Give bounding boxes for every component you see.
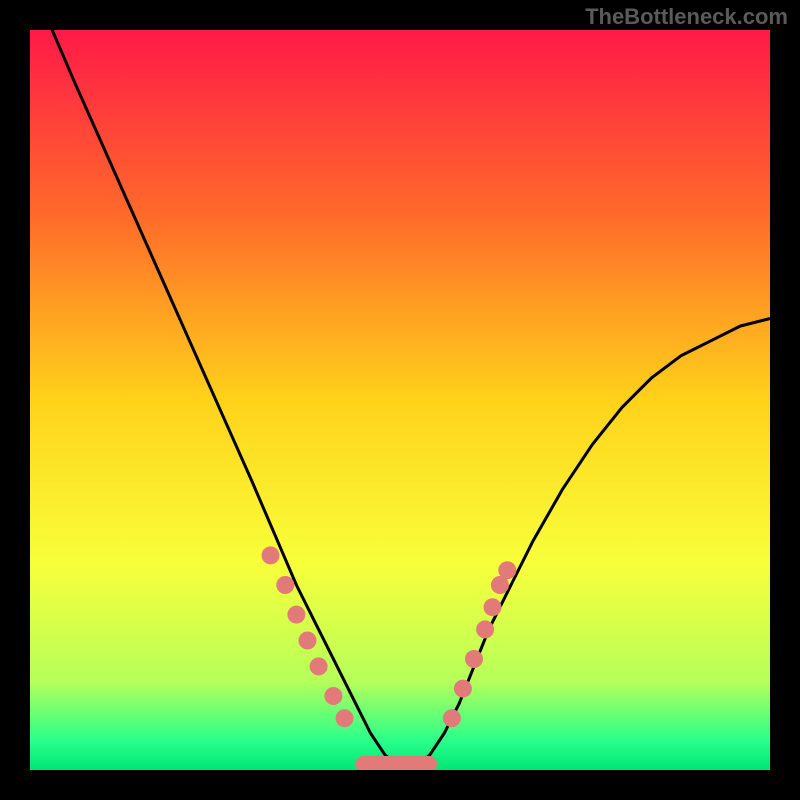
point-data-points-left-5 bbox=[324, 687, 342, 705]
point-data-points-left-1 bbox=[276, 576, 294, 594]
point-data-points-right-1 bbox=[454, 680, 472, 698]
point-data-points-right-6 bbox=[498, 561, 516, 579]
point-data-points-right-0 bbox=[443, 709, 461, 727]
point-data-points-right-3 bbox=[476, 620, 494, 638]
bottom-band bbox=[356, 756, 437, 772]
point-data-points-left-2 bbox=[287, 606, 305, 624]
point-data-points-left-0 bbox=[262, 546, 280, 564]
point-data-points-left-3 bbox=[299, 632, 317, 650]
chart-svg bbox=[0, 0, 800, 800]
bottleneck-chart: TheBottleneck.com bbox=[0, 0, 800, 800]
point-data-points-right-4 bbox=[484, 598, 502, 616]
point-data-points-right-2 bbox=[465, 650, 483, 668]
plot-background bbox=[30, 30, 770, 770]
point-data-points-left-4 bbox=[310, 657, 328, 675]
watermark-text: TheBottleneck.com bbox=[585, 4, 788, 30]
point-data-points-left-6 bbox=[336, 709, 354, 727]
